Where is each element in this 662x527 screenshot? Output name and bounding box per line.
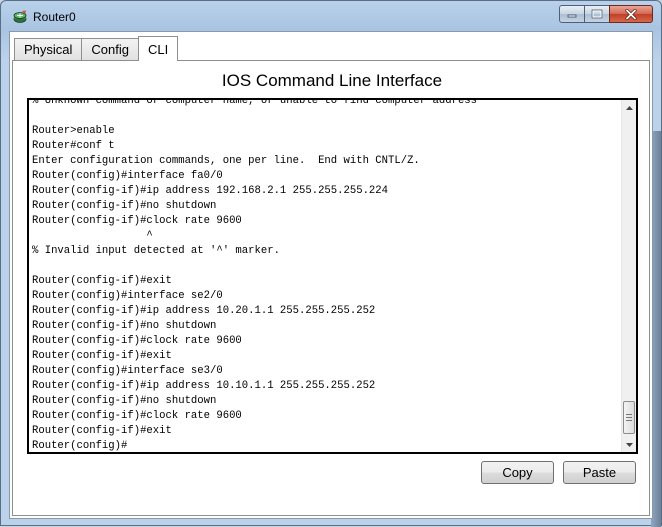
tab-strip: Physical Config CLI [14,36,179,61]
scroll-up-button[interactable] [622,100,636,115]
arrow-down-icon [626,442,633,447]
console-line: Router(config-if)#ip address 10.10.1.1 2… [32,380,376,392]
console-line: Router>enable [32,125,115,137]
paste-button[interactable]: Paste [563,461,636,484]
console-line: Router(config-if)#clock rate 9600 [32,335,242,347]
console-line: % Invalid input detected at '^' marker. [32,245,280,257]
grip-line [626,420,632,421]
window-controls [559,5,653,23]
maximize-button[interactable] [584,5,610,23]
console-output[interactable]: % Unknown command or computer name, or u… [32,98,617,452]
close-button[interactable] [609,5,653,23]
window-client-area: Physical Config CLI IOS Command Line Int… [9,31,653,519]
grip-line [626,417,632,418]
minimize-button[interactable] [559,5,585,23]
console-scrollbar[interactable] [621,100,636,452]
arrow-up-icon [626,105,633,110]
minimize-icon [567,14,577,18]
tab-cli[interactable]: CLI [138,36,179,61]
console-line: % Unknown command or computer name, or u… [32,98,478,107]
console-line: Router(config-if)#exit [32,350,172,362]
console-line: Router(config-if)#ip address 192.168.2.1… [32,185,389,197]
console-line: Router(config-if)#no shutdown [32,200,217,212]
console-line: Router(config-if)#exit [32,425,172,437]
tab-config[interactable]: Config [81,38,139,60]
tab-physical[interactable]: Physical [14,38,83,60]
console-line: ^ [32,230,153,242]
window-title: Router0 [33,10,76,24]
close-icon [625,8,637,20]
cli-panel: IOS Command Line Interface % Unknown com… [12,60,650,516]
title-bar[interactable]: Router0 [1,1,661,31]
console-line: Router(config-if)#exit [32,275,172,287]
scrollbar-thumb[interactable] [623,401,635,434]
router0-window: Router0 Physical Config CLI IOS Command … [0,0,662,527]
scroll-down-button[interactable] [622,437,636,452]
grip-line [626,414,632,415]
copy-button[interactable]: Copy [481,461,554,484]
maximize-icon [591,9,603,19]
cli-console[interactable]: % Unknown command or computer name, or u… [27,98,638,454]
console-line: Router#conf t [32,140,115,152]
console-line: Router(config)#interface fa0/0 [32,170,223,182]
console-line: Router(config)#interface se2/0 [32,290,223,302]
console-line: Enter configuration commands, one per li… [32,155,420,167]
console-line: Router(config-if)#ip address 10.20.1.1 2… [32,305,376,317]
console-line: Router(config)#interface se3/0 [32,365,223,377]
router-icon [13,10,27,23]
console-line: Router(config-if)#no shutdown [32,395,217,407]
panel-title: IOS Command Line Interface [221,71,443,90]
console-line: Router(config-if)#clock rate 9600 [32,215,242,227]
console-prompt-line[interactable]: Router(config)# [32,439,617,452]
console-line: Router(config-if)#no shutdown [32,320,217,332]
console-line: Router(config-if)#clock rate 9600 [32,410,242,422]
